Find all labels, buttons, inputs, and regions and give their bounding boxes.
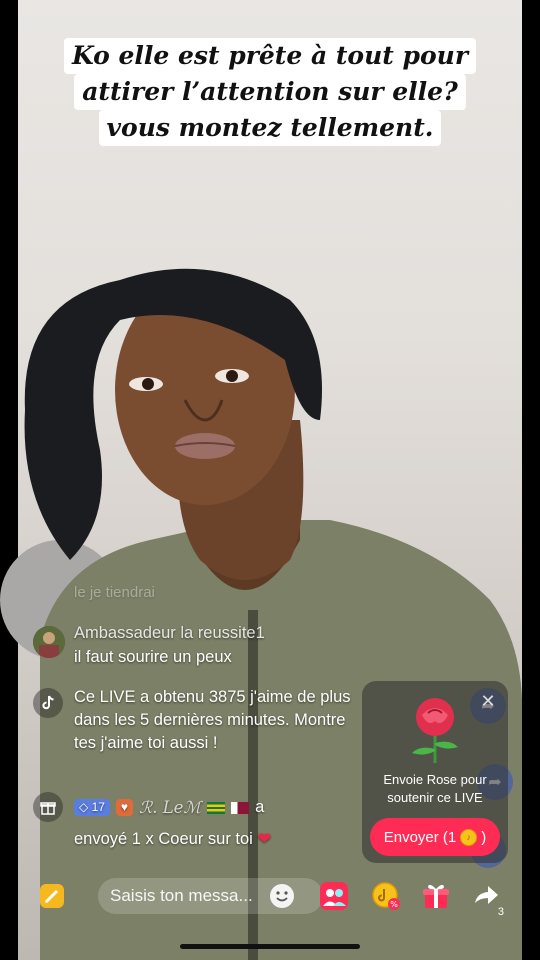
heart-badge-icon: ♥ [115,799,134,816]
multi-guest-icon[interactable] [318,880,350,912]
flag-togo-icon [207,801,226,814]
gift-icon[interactable] [420,880,452,912]
emoji-icon[interactable] [266,880,298,912]
live-stream-screen: Ko elle est prête à tout pour attirer l’… [0,0,540,960]
share-count: 3 [497,906,504,918]
gift-message-text: envoyé 1 x Coeur sur toi ❤ [74,829,271,849]
close-icon[interactable]: ✕ [475,688,501,714]
send-gift-button[interactable]: Envoyer (1 ♪) [370,818,500,856]
bottom-toolbar: % 3 [18,872,522,920]
gift-message-header: ◇ 17 ♥ ℛ. Leℳ a [74,798,264,817]
caption-overlay: Ko elle est prête à tout pour attirer l’… [0,38,540,146]
send-button-label: Envoyer (1 [383,828,457,846]
comment-text: il faut sourire un peux [74,648,232,666]
gift-sender-name[interactable]: ℛ. Leℳ [139,798,201,817]
gift-message-body: envoyé 1 x Coeur sur toi [74,830,253,848]
svg-text:%: % [390,900,398,909]
heart-gift-icon: ❤ [257,830,272,848]
rose-icon [412,698,458,763]
caption-line-3: vous montez tellement. [98,110,442,146]
live-likes-message: Ce LIVE a obtenu 3875 j'aime de plus dan… [74,688,351,752]
gift-message-suffix: a [255,798,265,816]
home-indicator[interactable] [180,944,360,949]
pen-edit-icon[interactable] [36,880,68,912]
caption-line-2: attirer l’attention sur elle? [74,74,466,110]
caption-line-1: Ko elle est prête à tout pour [63,38,477,74]
commenter-avatar[interactable] [33,626,65,658]
avatar-image [33,626,65,658]
send-button-paren: ) [481,828,487,846]
promo-coin-icon[interactable]: % [370,880,402,912]
comment-username[interactable]: Ambassadeur la reussite1 [74,624,265,643]
share-icon[interactable]: 3 [470,880,504,918]
gift-panel-title: Envoie Rose pour soutenir ce LIVE [383,772,487,805]
flag-qatar-icon [231,801,250,814]
tiktok-icon [33,688,63,718]
faded-comment: le je tiendrai [74,584,155,601]
coin-icon: ♪ [460,828,478,846]
level-badge: ◇ 17 [74,799,110,816]
gift-box-icon [33,792,63,822]
level-number: 17 [91,800,105,814]
